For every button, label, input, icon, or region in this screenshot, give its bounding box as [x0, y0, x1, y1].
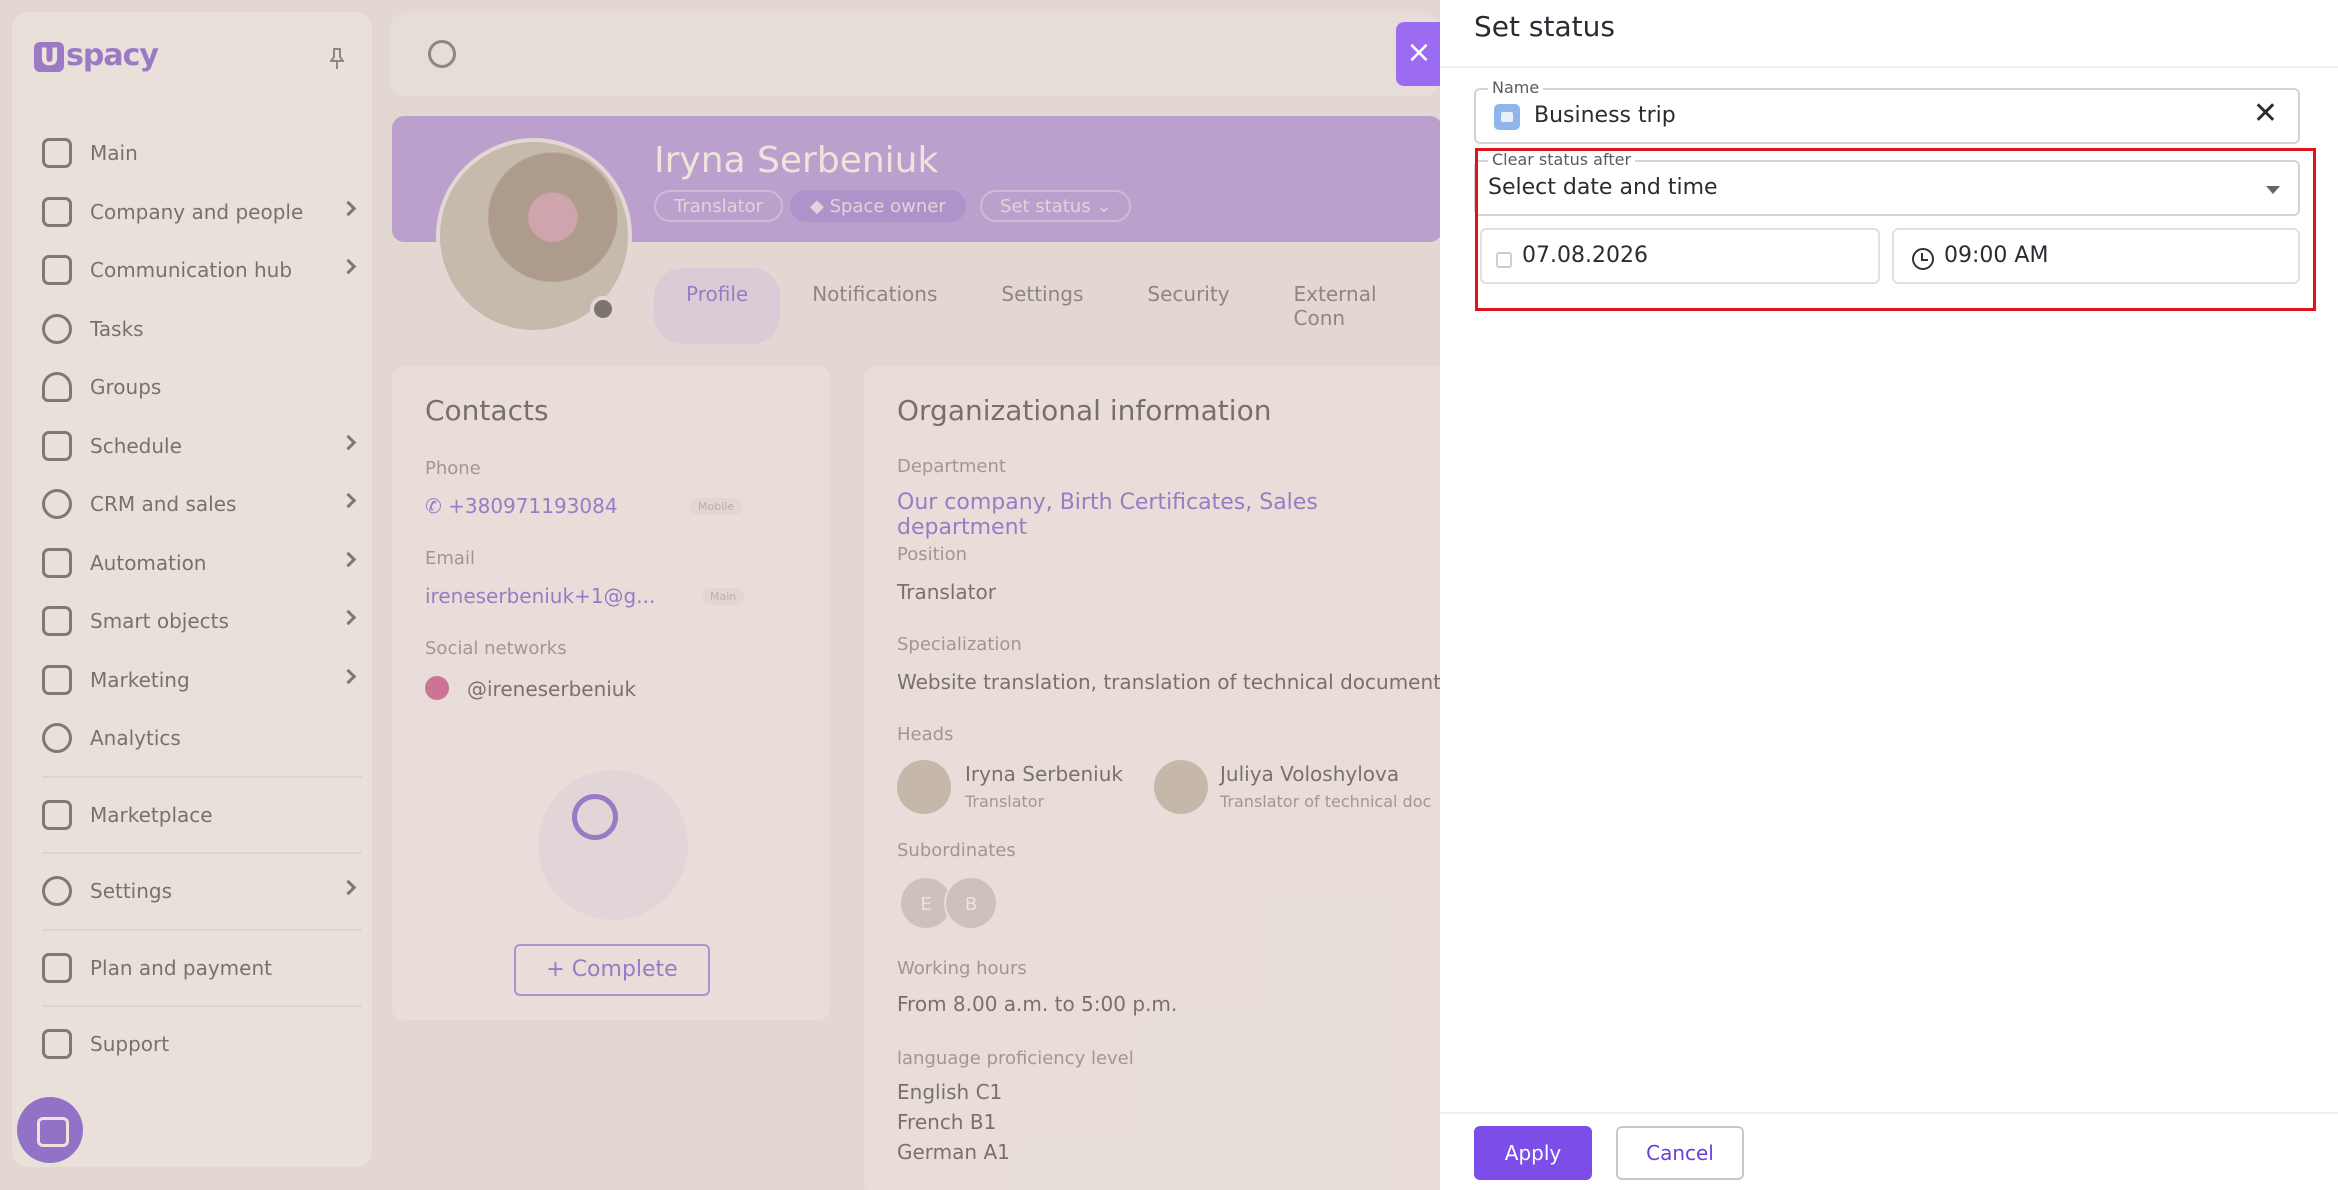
app-background: Uspacy Main Company and people Communica…: [0, 0, 1440, 1190]
field-label: Name: [1488, 78, 1544, 97]
status-name-value: Business trip: [1534, 103, 1676, 128]
close-drawer-button[interactable]: ×: [1396, 22, 1442, 86]
modal-backdrop[interactable]: [0, 0, 1440, 1190]
clear-icon[interactable]: ✕: [2253, 96, 2278, 131]
briefcase-icon: [1494, 104, 1520, 130]
apply-button[interactable]: Apply: [1474, 1126, 1592, 1180]
divider: [1440, 66, 2338, 68]
highlight-box: [1475, 148, 2316, 311]
cancel-button[interactable]: Cancel: [1616, 1126, 1744, 1180]
divider: [1440, 1112, 2338, 1114]
drawer-title: Set status: [1474, 10, 1615, 43]
close-icon: ×: [1406, 35, 1432, 70]
status-name-field[interactable]: Name Business trip ✕: [1474, 78, 2300, 144]
